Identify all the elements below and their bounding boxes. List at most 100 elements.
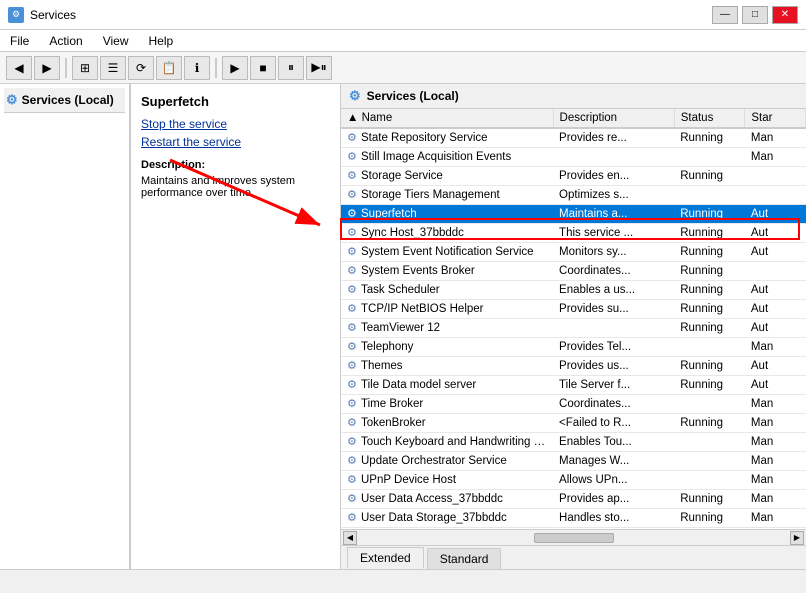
service-startup-cell: Man <box>745 148 806 167</box>
service-name-cell: ⚙ Task Scheduler <box>341 281 553 300</box>
table-row[interactable]: ⚙ TelephonyProvides Tel...Man <box>341 338 806 357</box>
restart-service-link[interactable]: Restart the service <box>141 135 330 149</box>
service-desc-cell: <Failed to R... <box>553 414 674 433</box>
table-row[interactable]: ⚙ TCP/IP NetBIOS HelperProvides su...Run… <box>341 300 806 319</box>
toolbar-forward[interactable]: ▶ <box>34 56 60 80</box>
service-status-cell: Running <box>674 205 745 224</box>
service-name-cell: ⚙ Telephony <box>341 338 553 357</box>
service-desc-cell: Provides en... <box>553 167 674 186</box>
service-gear-icon: ⚙ <box>347 264 361 278</box>
service-name-cell: ⚙ System Events Broker <box>341 262 553 281</box>
table-row[interactable]: ⚙ Update Orchestrator ServiceManages W..… <box>341 452 806 471</box>
table-row[interactable]: ⚙ TeamViewer 12RunningAut <box>341 319 806 338</box>
table-row[interactable]: ⚙ Storage Tiers ManagementOptimizes s... <box>341 186 806 205</box>
service-desc-cell <box>553 319 674 338</box>
table-row[interactable]: ⚙ ThemesProvides us...RunningAut <box>341 357 806 376</box>
maximize-button[interactable]: □ <box>742 6 768 24</box>
app-icon: ⚙ <box>8 7 24 23</box>
col-header-name[interactable]: ▲ Name <box>341 109 553 128</box>
service-gear-icon: ⚙ <box>347 169 361 183</box>
table-row[interactable]: ⚙ UPnP Device HostAllows UPn...Man <box>341 471 806 490</box>
menu-action[interactable]: Action <box>45 33 86 49</box>
table-row[interactable]: ⚙ Storage ServiceProvides en...Running <box>341 167 806 186</box>
service-status-cell: Running <box>674 243 745 262</box>
menu-file[interactable]: File <box>6 33 33 49</box>
service-status-cell: Running <box>674 490 745 509</box>
service-desc-cell <box>553 148 674 167</box>
service-name-cell: ⚙ State Repository Service <box>341 128 553 148</box>
service-startup-cell: Man <box>745 338 806 357</box>
scroll-thumb[interactable] <box>534 533 614 543</box>
service-name-heading: Superfetch <box>141 94 330 109</box>
service-startup-cell: Aut <box>745 281 806 300</box>
service-gear-icon: ⚙ <box>347 150 361 164</box>
toolbar-pause[interactable]: ⏸ <box>278 56 304 80</box>
service-name-cell: ⚙ Sync Host_37bbddc <box>341 224 553 243</box>
table-container[interactable]: ▲ Name Description Status Star ⚙ State R… <box>341 109 806 529</box>
scroll-right-btn[interactable]: ▶ <box>790 531 804 545</box>
table-row[interactable]: ⚙ User Data Access_37bbddcProvides ap...… <box>341 490 806 509</box>
service-name-cell: ⚙ Themes <box>341 357 553 376</box>
table-row[interactable]: ⚙ TokenBroker<Failed to R...RunningMan <box>341 414 806 433</box>
scroll-left-btn[interactable]: ◀ <box>343 531 357 545</box>
table-row[interactable]: ⚙ Touch Keyboard and Handwriting Panel S… <box>341 433 806 452</box>
service-gear-icon: ⚙ <box>347 245 361 259</box>
toolbar-view2[interactable]: ☰ <box>100 56 126 80</box>
service-startup-cell: Man <box>745 128 806 148</box>
tab-standard[interactable]: Standard <box>427 548 502 569</box>
menu-view[interactable]: View <box>99 33 133 49</box>
stop-service-link[interactable]: Stop the service <box>141 117 330 131</box>
service-name-cell: ⚙ TCP/IP NetBIOS Helper <box>341 300 553 319</box>
service-startup-cell: Man <box>745 395 806 414</box>
service-status-cell: Running <box>674 319 745 338</box>
horizontal-scrollbar[interactable]: ◀ ▶ <box>341 529 806 545</box>
toolbar-view1[interactable]: ⊞ <box>72 56 98 80</box>
close-button[interactable]: ✕ <box>772 6 798 24</box>
tab-extended[interactable]: Extended <box>347 547 424 569</box>
table-row[interactable]: ⚙ Sync Host_37bbddcThis service ...Runni… <box>341 224 806 243</box>
col-header-startup[interactable]: Star <box>745 109 806 128</box>
col-header-description[interactable]: Description <box>553 109 674 128</box>
service-name-cell: ⚙ Storage Tiers Management <box>341 186 553 205</box>
service-desc-cell: This service ... <box>553 224 674 243</box>
toolbar-play[interactable]: ▶ <box>222 56 248 80</box>
bottom-tabs: Extended Standard <box>341 545 806 569</box>
service-desc-cell: Provides us... <box>553 357 674 376</box>
table-row[interactable]: ⚙ User Data Storage_37bbddcHandles sto..… <box>341 509 806 528</box>
service-status-cell: Running <box>674 509 745 528</box>
col-header-status[interactable]: Status <box>674 109 745 128</box>
service-name-cell: ⚙ Time Broker <box>341 395 553 414</box>
table-row[interactable]: ⚙ Tile Data model serverTile Server f...… <box>341 376 806 395</box>
service-status-cell <box>674 338 745 357</box>
service-name-cell: ⚙ System Event Notification Service <box>341 243 553 262</box>
service-status-cell: Running <box>674 414 745 433</box>
toolbar-refresh[interactable]: ⟳ <box>128 56 154 80</box>
toolbar-back[interactable]: ◀ <box>6 56 32 80</box>
toolbar-stop[interactable]: ■ <box>250 56 276 80</box>
service-name-cell: ⚙ UPnP Device Host <box>341 471 553 490</box>
services-header-icon: ⚙ <box>349 88 361 104</box>
toolbar-restart[interactable]: ▶⏸ <box>306 56 332 80</box>
service-status-cell: Running <box>674 167 745 186</box>
toolbar-help[interactable]: ℹ <box>184 56 210 80</box>
service-status-cell: Running <box>674 281 745 300</box>
service-desc-cell: Monitors sy... <box>553 243 674 262</box>
menu-help[interactable]: Help <box>145 33 178 49</box>
table-row[interactable]: ⚙ State Repository ServiceProvides re...… <box>341 128 806 148</box>
service-desc-cell: Provides su... <box>553 300 674 319</box>
table-row[interactable]: ⚙ Task SchedulerEnables a us...RunningAu… <box>341 281 806 300</box>
toolbar-export[interactable]: 📋 <box>156 56 182 80</box>
table-row[interactable]: ⚙ System Event Notification ServiceMonit… <box>341 243 806 262</box>
table-row[interactable]: ⚙ System Events BrokerCoordinates...Runn… <box>341 262 806 281</box>
service-startup-cell: Man <box>745 414 806 433</box>
table-row[interactable]: ⚙ Still Image Acquisition EventsMan <box>341 148 806 167</box>
left-nav: ⚙ Services (Local) <box>0 84 130 569</box>
table-row[interactable]: ⚙ SuperfetchMaintains a...RunningAut <box>341 205 806 224</box>
service-gear-icon: ⚙ <box>347 302 361 316</box>
minimize-button[interactable]: — <box>712 6 738 24</box>
service-gear-icon: ⚙ <box>347 492 361 506</box>
service-desc-cell: Allows UPn... <box>553 471 674 490</box>
toolbar: ◀ ▶ ⊞ ☰ ⟳ 📋 ℹ ▶ ■ ⏸ ▶⏸ <box>0 52 806 84</box>
service-name-cell: ⚙ User Data Storage_37bbddc <box>341 509 553 528</box>
table-row[interactable]: ⚙ Time BrokerCoordinates...Man <box>341 395 806 414</box>
